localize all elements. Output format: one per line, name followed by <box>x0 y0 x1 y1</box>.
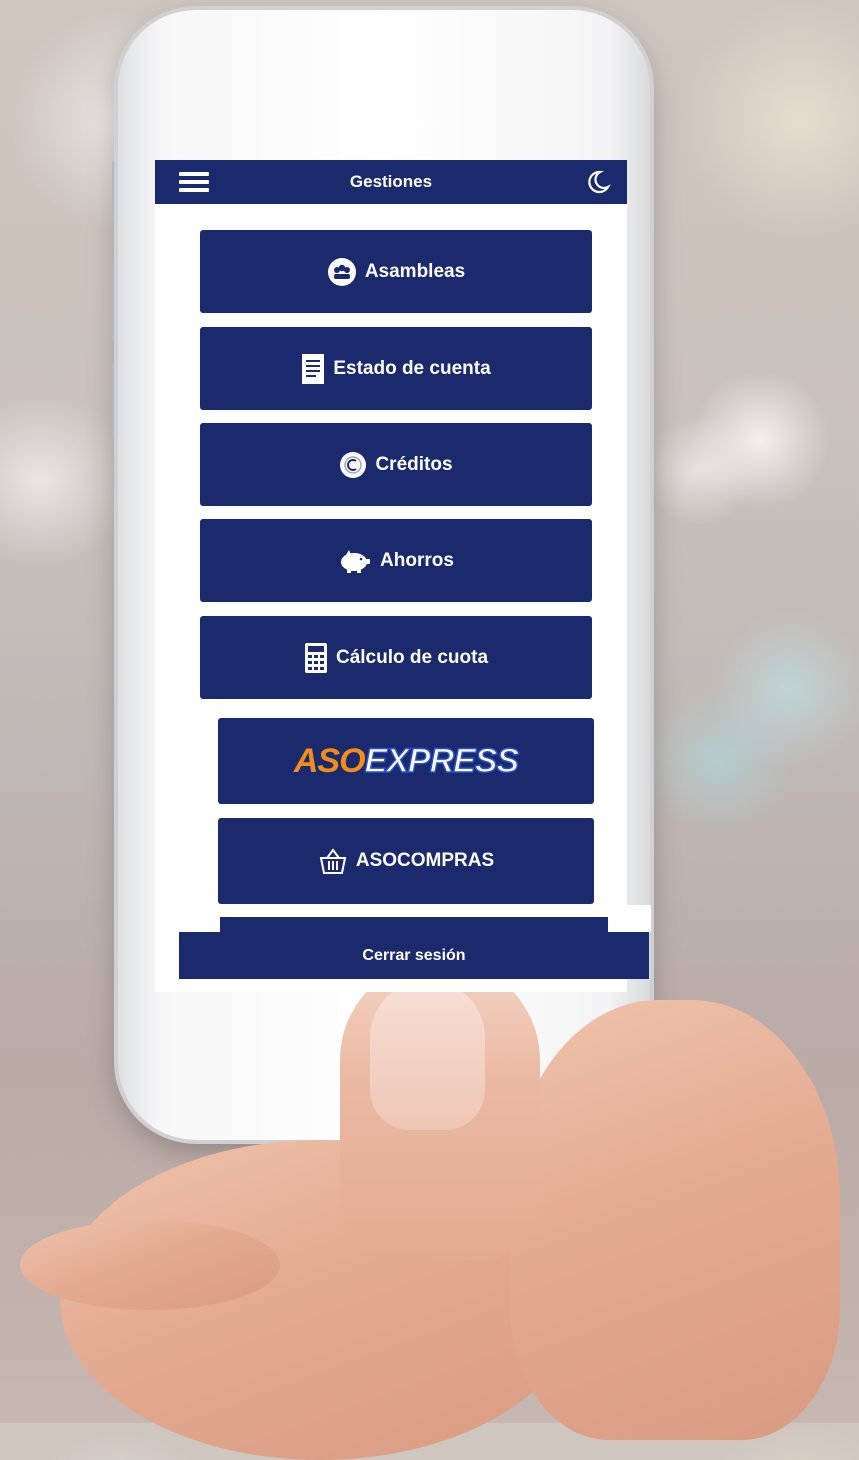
asocompras-button[interactable]: ASOCOMPRAS <box>218 818 594 904</box>
ahorros-button[interactable]: Ahorros <box>200 519 592 602</box>
phone-screen: Gestiones Asambleas Estado de cuenta Cré… <box>155 160 627 992</box>
creditos-label: Créditos <box>375 453 453 475</box>
screen-overlay-strip <box>608 905 651 932</box>
moon-icon[interactable] <box>583 168 611 196</box>
app-header: Gestiones <box>155 160 627 204</box>
ahorros-label: Ahorros <box>380 549 454 571</box>
hand-fingers-back <box>510 1000 840 1440</box>
logout-button[interactable]: Cerrar sesión <box>179 932 649 979</box>
estado-de-cuenta-label: Estado de cuenta <box>333 357 491 379</box>
shopping-basket-icon <box>318 846 348 876</box>
hand-finger <box>20 1220 280 1310</box>
asambleas-label: Asambleas <box>364 260 466 282</box>
page-title: Gestiones <box>349 172 433 191</box>
calculo-de-cuota-button[interactable]: Cálculo de cuota <box>200 616 592 699</box>
creditos-button[interactable]: Créditos <box>200 423 592 506</box>
logout-label: Cerrar sesión <box>362 946 466 964</box>
people-group-icon <box>327 257 357 287</box>
asocompras-label: ASOCOMPRAS <box>355 850 495 871</box>
piggy-bank-icon <box>338 547 372 575</box>
partial-menu-button <box>220 917 608 932</box>
asambleas-button[interactable]: Asambleas <box>200 230 592 313</box>
document-icon <box>301 353 325 385</box>
calculo-de-cuota-label: Cálculo de cuota <box>335 646 489 668</box>
estado-de-cuenta-button[interactable]: Estado de cuenta <box>200 327 592 410</box>
asoexpress-button[interactable]: ASOEXPRESS <box>218 718 594 804</box>
asoexpress-logo: ASOEXPRESS <box>293 741 520 781</box>
calculator-icon <box>304 642 328 674</box>
currency-coin-icon <box>339 451 367 479</box>
thumb-nail <box>370 980 485 1130</box>
